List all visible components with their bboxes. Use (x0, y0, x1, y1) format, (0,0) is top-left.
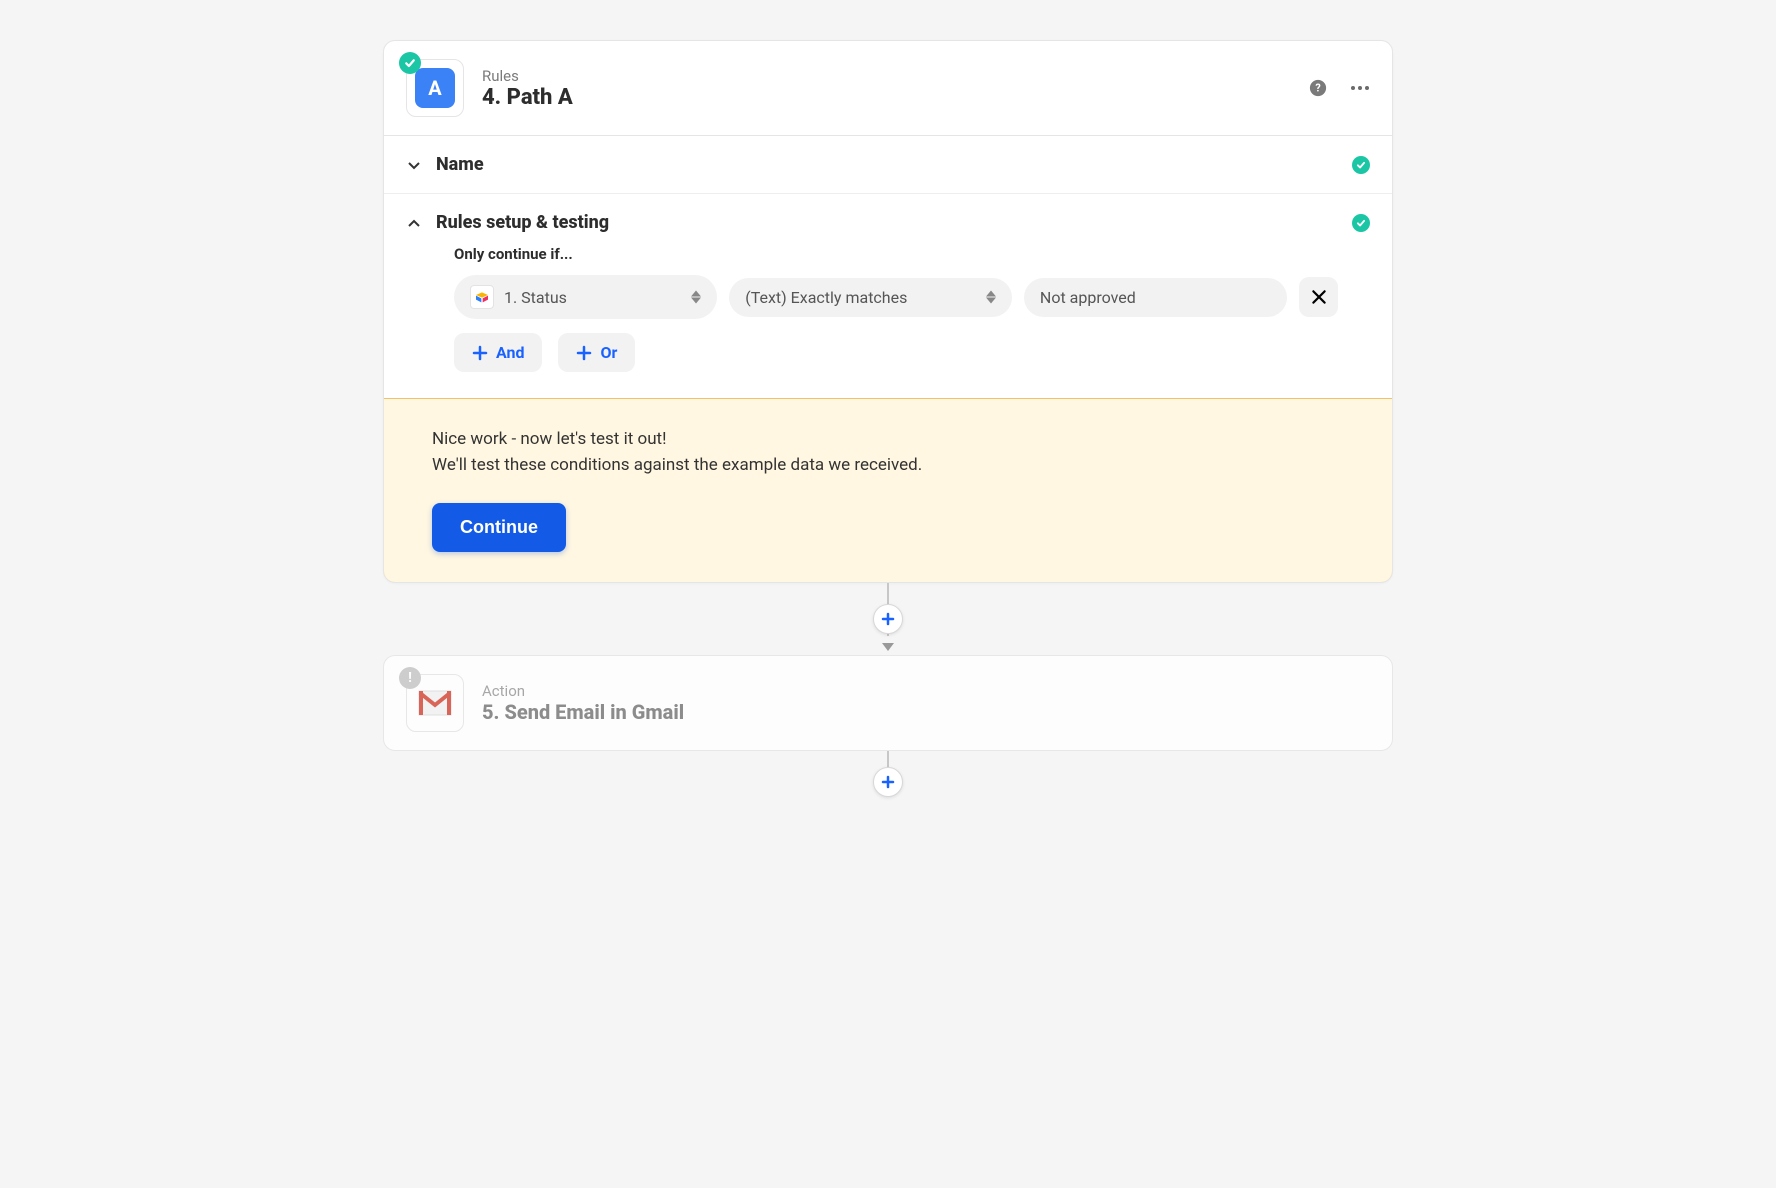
next-step-kicker: Action (482, 682, 684, 700)
condition-operator-value: (Text) Exactly matches (745, 288, 907, 307)
or-label: Or (600, 343, 617, 362)
svg-text:?: ? (1315, 82, 1320, 95)
add-and-button[interactable]: And (454, 333, 542, 372)
condition-field-value: 1. Status (504, 288, 567, 307)
add-or-button[interactable]: Or (558, 333, 635, 372)
condition-field-select[interactable]: 1. Status (454, 275, 717, 319)
path-letter-icon: A (415, 68, 455, 108)
gmail-step-card[interactable]: ! Action 5. Send Email in Gmail (383, 655, 1393, 751)
status-complete-icon (1352, 214, 1370, 232)
step-app-icon: ! (406, 674, 464, 732)
status-complete-icon (1352, 156, 1370, 174)
airtable-icon (470, 285, 494, 309)
path-letter: A (428, 76, 441, 100)
next-step-title: 5. Send Email in Gmail (482, 700, 684, 724)
condition-value-input[interactable]: Not approved (1024, 278, 1287, 317)
step-header: A Rules 4. Path A ? (384, 41, 1392, 136)
path-step-card: A Rules 4. Path A ? Nam (383, 40, 1393, 583)
add-step-button[interactable] (873, 604, 903, 634)
more-menu-icon[interactable] (1350, 78, 1370, 98)
section-name-title: Name (436, 154, 484, 175)
step-kicker: Rules (482, 67, 573, 85)
sort-icon (986, 290, 996, 304)
step-titles: Rules 4. Path A (482, 67, 573, 110)
status-check-badge (399, 52, 421, 74)
gmail-icon (418, 690, 452, 716)
step-app-icon: A (406, 59, 464, 117)
section-rules-title: Rules setup & testing (436, 212, 609, 233)
add-step-button[interactable] (873, 767, 903, 797)
condition-row: 1. Status (Text) Exactly matches (454, 275, 1338, 319)
condition-value-text: Not approved (1040, 288, 1136, 307)
test-panel: Nice work - now let's test it out! We'll… (383, 398, 1393, 583)
continue-button[interactable]: Continue (432, 503, 566, 552)
rules-condition-label: Only continue if... (454, 245, 1338, 263)
test-line-1: Nice work - now let's test it out! (432, 429, 1344, 449)
rules-body: Only continue if... 1. Status (406, 233, 1370, 380)
step-connector (882, 583, 894, 655)
status-incomplete-badge: ! (399, 667, 421, 689)
help-icon[interactable]: ? (1308, 78, 1328, 98)
arrow-down-icon (882, 636, 894, 655)
remove-condition-button[interactable] (1299, 277, 1338, 317)
condition-operator-select[interactable]: (Text) Exactly matches (729, 278, 1012, 317)
step-title: 4. Path A (482, 85, 573, 110)
and-label: And (496, 343, 524, 362)
chevron-down-icon (406, 157, 422, 173)
next-step-titles: Action 5. Send Email in Gmail (482, 682, 684, 724)
sort-icon (691, 290, 701, 304)
section-rules-header[interactable]: Rules setup & testing (406, 212, 1370, 233)
test-line-2: We'll test these conditions against the … (432, 455, 1344, 475)
section-name[interactable]: Name (384, 136, 1392, 194)
chevron-up-icon (406, 215, 422, 231)
step-connector-end (873, 751, 903, 799)
section-rules: Rules setup & testing Only continue if..… (384, 194, 1392, 398)
